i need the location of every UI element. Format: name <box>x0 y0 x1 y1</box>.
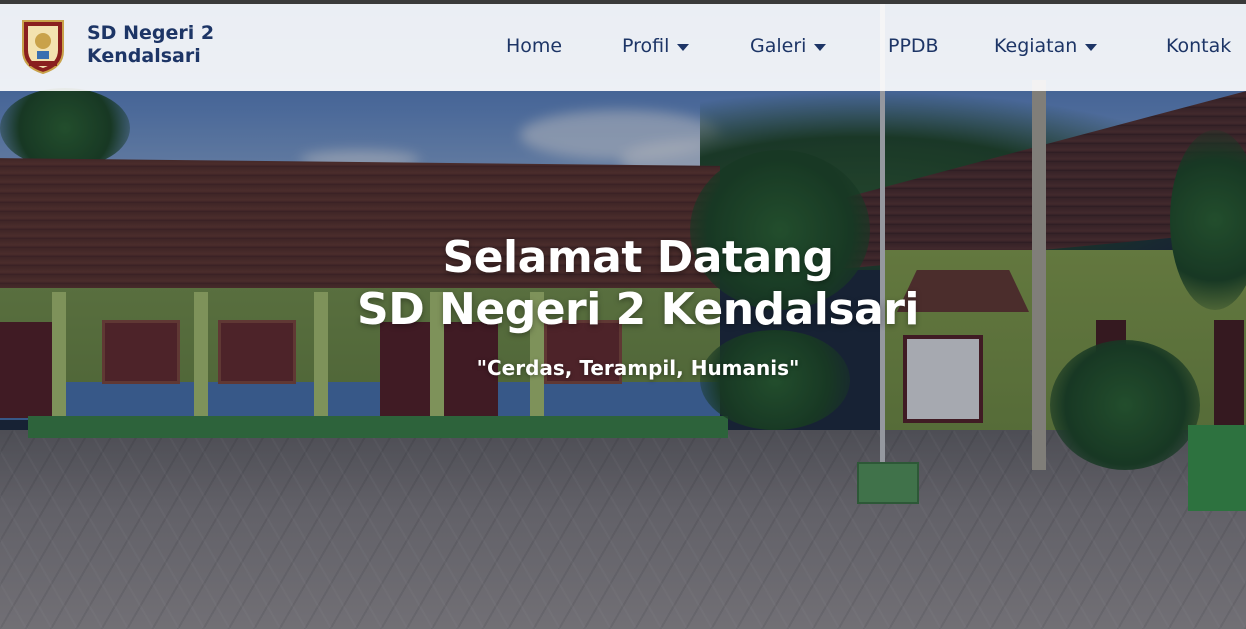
nav-ppdb[interactable]: PPDB <box>888 35 939 57</box>
hero-title-line2: SD Negeri 2 Kendalsari <box>357 284 920 335</box>
caret-down-icon <box>1085 43 1098 51</box>
nav-galeri-label: Galeri <box>750 35 807 57</box>
caret-down-icon <box>677 43 690 51</box>
brand-line2: Kendalsari <box>87 45 201 67</box>
nav-kegiatan[interactable]: Kegiatan <box>994 35 1098 57</box>
nav-home[interactable]: Home <box>506 35 562 57</box>
nav-profil[interactable]: Profil <box>622 35 690 57</box>
nav-kontak-label: Kontak <box>1166 35 1232 57</box>
site-header: SD Negeri 2 Kendalsari Home Profil Galer… <box>0 4 1246 91</box>
nav-kontak[interactable]: Kontak <box>1166 35 1231 57</box>
nav-ppdb-label: PPDB <box>888 35 939 57</box>
hero-tagline: "Cerdas, Terampil, Humanis" <box>476 356 800 380</box>
hero-title-line1: Selamat Datang <box>442 232 834 283</box>
caret-down-icon <box>814 43 827 51</box>
brand-line1: SD Negeri 2 <box>87 22 215 44</box>
school-crest-icon[interactable] <box>19 17 67 75</box>
nav-home-label: Home <box>506 35 563 57</box>
hero-title: Selamat Datang SD Negeri 2 Kendalsari <box>0 232 1246 336</box>
site-brand[interactable]: SD Negeri 2 Kendalsari <box>87 22 214 68</box>
nav-galeri[interactable]: Galeri <box>750 35 827 57</box>
nav-kegiatan-label: Kegiatan <box>994 35 1078 57</box>
nav-profil-label: Profil <box>622 35 670 57</box>
top-border <box>0 0 1246 4</box>
